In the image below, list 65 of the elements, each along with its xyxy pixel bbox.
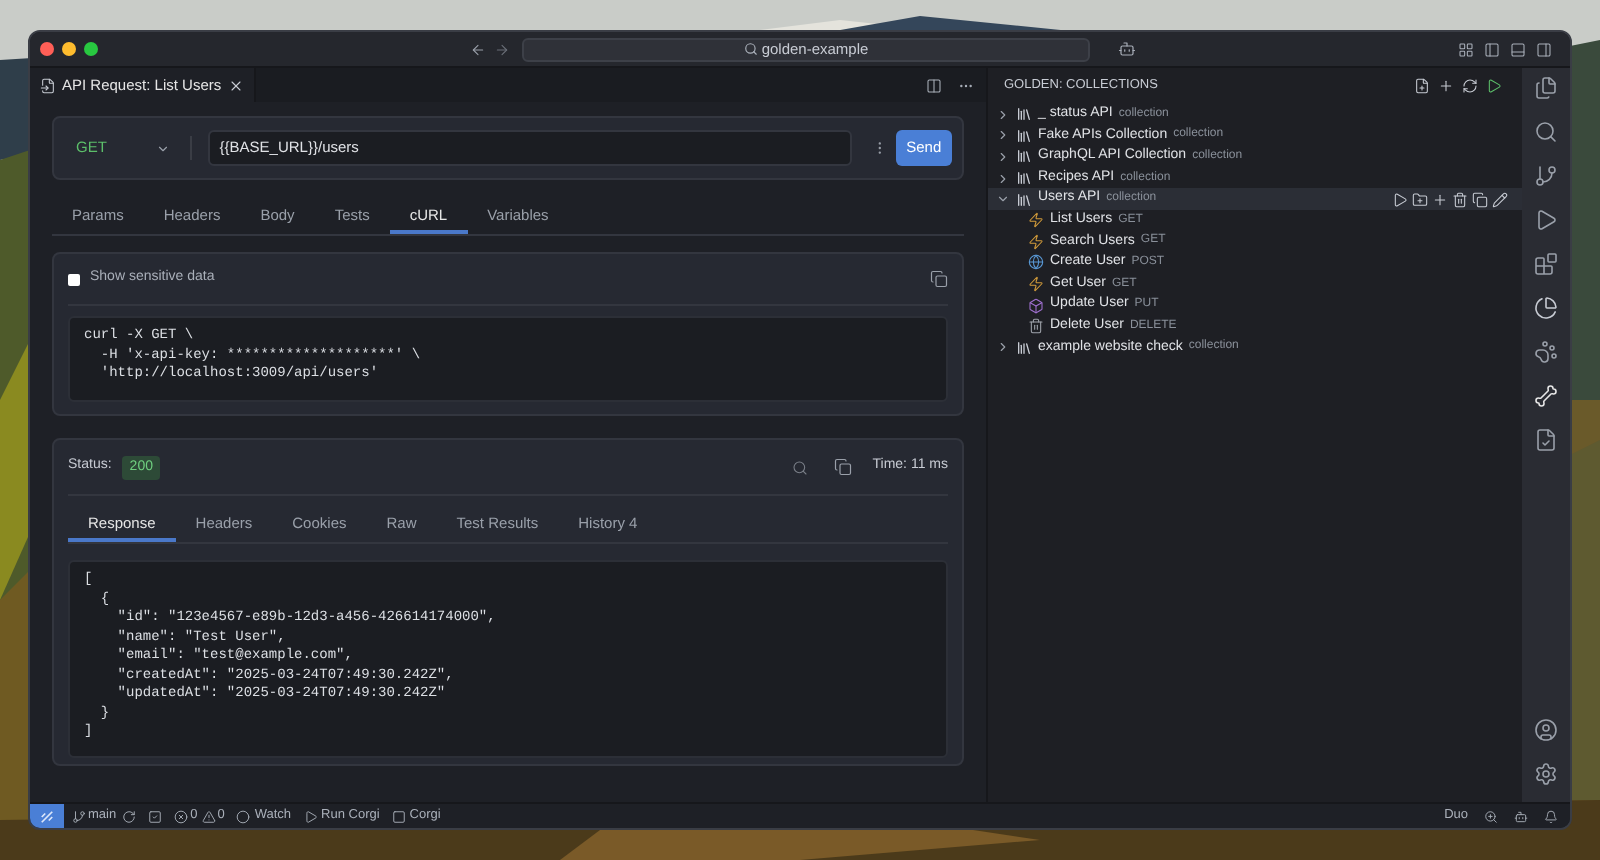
refresh-icon[interactable]: [1462, 77, 1479, 93]
play-icon[interactable]: [303, 809, 318, 823]
files-icon[interactable]: [1534, 76, 1559, 100]
search-icon[interactable]: [1534, 120, 1559, 144]
toggle-secondary-sidebar-icon[interactable]: [1536, 41, 1552, 57]
copy-icon[interactable]: [834, 458, 853, 476]
request-icon: [40, 77, 56, 93]
new-file-icon[interactable]: [1414, 77, 1431, 93]
trash-icon[interactable]: [1452, 191, 1469, 208]
run-icon[interactable]: [1486, 77, 1503, 93]
bolt-icon: [1028, 276, 1044, 293]
branch-icon[interactable]: [1534, 164, 1559, 188]
library-icon: [1016, 148, 1032, 165]
paw-icon[interactable]: [1534, 340, 1559, 364]
tasks-icon[interactable]: [148, 809, 163, 823]
search-icon: [743, 42, 758, 56]
bell-icon[interactable]: [1544, 809, 1558, 823]
bolt-icon: [1028, 233, 1044, 250]
zoom-icon[interactable]: [1484, 809, 1498, 823]
extensions-icon[interactable]: [1534, 252, 1559, 276]
circle-icon[interactable]: [236, 809, 251, 823]
new-folder-icon[interactable]: [1412, 191, 1429, 208]
document-icon[interactable]: [1534, 428, 1559, 452]
close-window-button[interactable]: [40, 42, 54, 56]
sync-icon[interactable]: [122, 809, 137, 823]
error-icon[interactable]: [174, 809, 189, 823]
warning-icon[interactable]: [201, 809, 216, 823]
library-icon: [1016, 339, 1032, 356]
branch-icon[interactable]: [72, 809, 86, 823]
copy-icon[interactable]: [1472, 191, 1489, 208]
library-icon: [1016, 106, 1032, 123]
run-icon[interactable]: [1392, 191, 1409, 208]
forward-icon[interactable]: [494, 41, 510, 57]
library-icon: [1016, 170, 1032, 187]
account-icon[interactable]: [1534, 718, 1559, 742]
toggle-sidebar-icon[interactable]: [1484, 41, 1500, 57]
search-icon[interactable]: [792, 459, 809, 475]
checkbox[interactable]: [68, 273, 80, 285]
square-icon[interactable]: [391, 809, 406, 823]
close-icon[interactable]: [227, 77, 244, 93]
back-icon[interactable]: [470, 41, 486, 57]
pie-icon[interactable]: [1534, 296, 1559, 320]
maximize-window-button[interactable]: [84, 42, 98, 56]
bone-icon[interactable]: [1534, 384, 1559, 408]
globe-icon: [1028, 254, 1044, 271]
library-icon: [1016, 127, 1032, 144]
cube-icon: [1028, 297, 1044, 314]
remote-icon: [40, 809, 54, 823]
chevron-down-icon: [996, 192, 1010, 207]
chevron-right-icon: [996, 340, 1010, 355]
minimize-window-button[interactable]: [62, 42, 76, 56]
toggle-panel-icon[interactable]: [1510, 41, 1526, 57]
chevron-down-icon: [155, 141, 170, 155]
plus-icon[interactable]: [1432, 191, 1449, 208]
layout-icon[interactable]: [1458, 41, 1474, 57]
plus-icon[interactable]: [1438, 77, 1455, 93]
settings-icon[interactable]: [1534, 762, 1559, 786]
library-icon: [1016, 191, 1032, 208]
trash-icon: [1028, 318, 1044, 335]
copy-icon[interactable]: [930, 270, 948, 288]
split-editor-icon[interactable]: [926, 77, 942, 93]
bolt-icon: [1028, 212, 1044, 229]
remote-button[interactable]: [30, 803, 64, 828]
edit-icon[interactable]: [1492, 191, 1509, 208]
run-debug-icon[interactable]: [1534, 208, 1559, 232]
